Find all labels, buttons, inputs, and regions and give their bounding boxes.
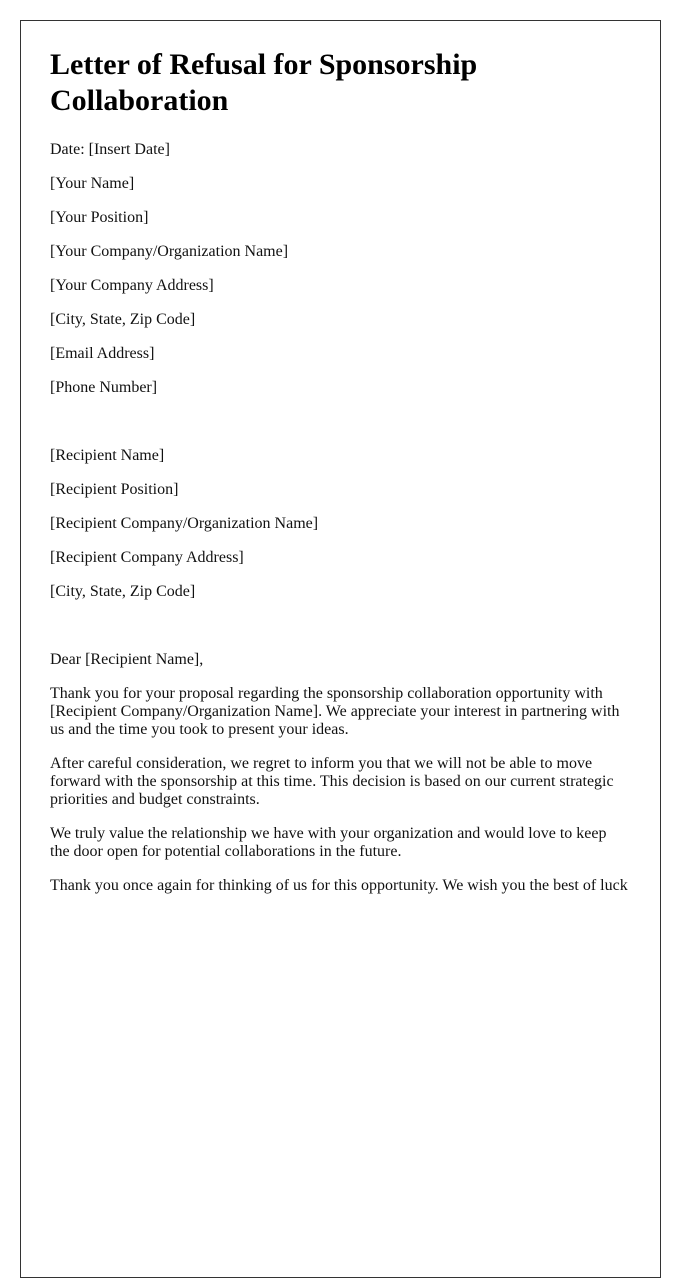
letter-body: Thank you for your proposal regarding th… (50, 685, 630, 895)
recipient-block: [Recipient Name] [Recipient Position] [R… (50, 447, 630, 601)
body-paragraph: Thank you for your proposal regarding th… (50, 685, 620, 738)
salutation: Dear [Recipient Name], (50, 651, 204, 668)
sender-company: [Your Company/Organization Name] (50, 243, 289, 260)
body-paragraph: We truly value the relationship we have … (50, 825, 607, 860)
sender-address: [Your Company Address] (50, 277, 214, 294)
body-paragraph: Thank you once again for thinking of us … (50, 877, 628, 894)
sender-name: [Your Name] (50, 175, 135, 192)
recipient-company: [Recipient Company/Organization Name] (50, 515, 319, 532)
date-line: Date: [Insert Date] (50, 141, 170, 158)
recipient-address: [Recipient Company Address] (50, 549, 244, 566)
sender-city-state-zip: [City, State, Zip Code] (50, 311, 196, 328)
letter-page: Letter of Refusal for Sponsorship Collab… (20, 20, 661, 1278)
sender-block: [Your Name] [Your Position] [Your Compan… (50, 175, 630, 397)
recipient-position: [Recipient Position] (50, 481, 179, 498)
sender-phone: [Phone Number] (50, 379, 158, 396)
body-paragraph: After careful consideration, we regret t… (50, 755, 614, 808)
sender-email: [Email Address] (50, 345, 155, 362)
letter-title: Letter of Refusal for Sponsorship Collab… (50, 48, 478, 117)
sender-position: [Your Position] (50, 209, 149, 226)
recipient-name: [Recipient Name] (50, 447, 165, 464)
recipient-city-state-zip: [City, State, Zip Code] (50, 583, 196, 600)
